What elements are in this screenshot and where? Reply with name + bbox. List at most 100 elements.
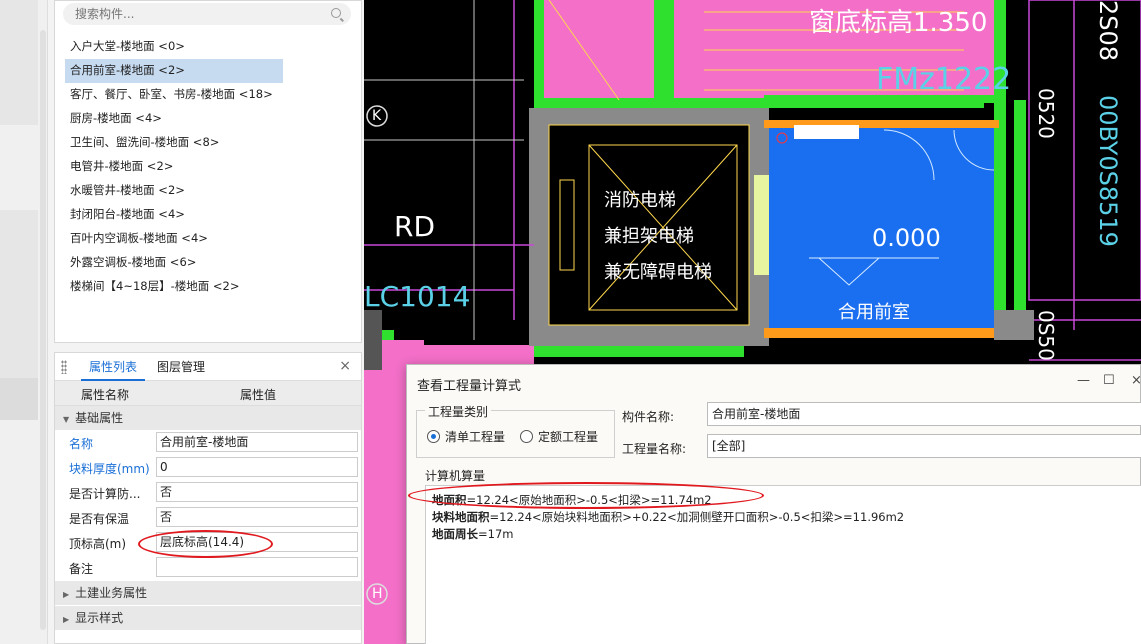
sidebar-block-selected[interactable] xyxy=(0,378,38,420)
property-row: 是否有保温 否 xyxy=(55,505,361,530)
component-name-field[interactable]: 合用前室-楼地面 xyxy=(707,402,1141,426)
cad-label: 0520 xyxy=(1034,88,1058,139)
property-name: 是否计算防... xyxy=(69,487,141,501)
tab-layers[interactable]: 图层管理 xyxy=(149,353,213,381)
formula-textarea[interactable]: 地面积=12.24<原始地面积>-0.5<扣梁>=11.74m2 块料地面积=1… xyxy=(425,485,1141,644)
grid-axis-label: K xyxy=(372,108,382,124)
formula-expression: =12.24<原始地面积>-0.5<扣梁>=11.74m2 xyxy=(466,493,712,507)
column-header-value: 属性值 xyxy=(240,388,277,402)
list-item-selected[interactable]: 合用前室-楼地面 <2> xyxy=(65,59,283,83)
group-legend: 工程量类别 xyxy=(425,403,492,420)
formula-expression: =17m xyxy=(478,527,514,541)
formula-expression: =12.24<原始块料地面积>+0.22<加洞侧壁开口面积>-0.5<扣梁>=1… xyxy=(489,510,905,524)
sidebar-scrollbar[interactable] xyxy=(40,30,46,630)
property-value[interactable]: 合用前室-楼地面 xyxy=(156,432,358,452)
list-item[interactable]: 百叶内空调板-楼地面 <4> xyxy=(65,227,283,251)
group-basic-properties[interactable]: ▼ 基础属性 xyxy=(55,406,361,430)
list-item[interactable]: 卫生间、盥洗间-楼地面 <8> xyxy=(65,131,283,155)
property-row: 名称 合用前室-楼地面 xyxy=(55,430,361,455)
formula-name: 地面周长 xyxy=(432,527,478,541)
radio-quota-quantity[interactable]: 定额工程量 xyxy=(520,428,598,445)
close-icon[interactable]: × xyxy=(1131,373,1141,388)
tab-properties[interactable]: 属性列表 xyxy=(81,353,146,381)
property-name: 顶标高(m) xyxy=(69,537,127,551)
radio-selected-icon xyxy=(427,430,440,443)
list-item[interactable]: 水暖管井-楼地面 <2> xyxy=(65,179,283,203)
component-list-panel: 入户大堂-楼地面 <0> 合用前室-楼地面 <2> 客厅、餐厅、卧室、书房-楼地… xyxy=(54,0,362,343)
cad-label: 兼无障碍电梯 xyxy=(604,262,712,283)
list-item[interactable]: 客厅、餐厅、卧室、书房-楼地面 <18> xyxy=(65,83,283,107)
minimize-icon[interactable]: — xyxy=(1077,373,1090,388)
group-label: 土建业务属性 xyxy=(75,586,148,600)
search-input[interactable] xyxy=(63,3,313,25)
app-window: 入户大堂-楼地面 <0> 合用前室-楼地面 <2> 客厅、餐厅、卧室、书房-楼地… xyxy=(0,0,1141,644)
property-name: 是否有保温 xyxy=(69,512,130,526)
list-item[interactable]: 入户大堂-楼地面 <0> xyxy=(65,35,283,59)
property-name: 块料厚度(mm) xyxy=(69,462,150,476)
collapse-icon: ▼ xyxy=(63,415,70,424)
group-civil-properties[interactable]: ▶ 土建业务属性 xyxy=(55,581,361,605)
radio-list-quantity[interactable]: 清单工程量 xyxy=(427,428,505,445)
list-item[interactable]: 电管井-楼地面 <2> xyxy=(65,155,283,179)
cad-label: 窗底标高1.350 xyxy=(809,8,988,38)
list-item[interactable]: 厨房-楼地面 <4> xyxy=(65,107,283,131)
property-tabs: 属性列表 图层管理 × xyxy=(55,353,361,381)
cad-label: 00BY0S8519 xyxy=(1094,95,1122,247)
property-table-header: 属性名称 属性值 xyxy=(55,381,361,406)
list-item[interactable]: 楼梯间【4~18层】-楼地面 <2> xyxy=(65,275,283,299)
dialog-title: 查看工程量计算式 xyxy=(417,379,522,394)
formula-line: 块料地面积=12.24<原始块料地面积>+0.22<加洞侧壁开口面积>-0.5<… xyxy=(432,509,904,525)
cad-label: RD xyxy=(394,210,436,243)
left-sidebar xyxy=(0,0,48,644)
formula-name: 块料地面积 xyxy=(432,510,490,524)
cad-label: 0S50 xyxy=(1034,310,1058,361)
quantity-type-group: 工程量类别 清单工程量 定额工程量 xyxy=(416,403,615,458)
cad-label: 合用前室 xyxy=(838,302,910,323)
radio-label: 清单工程量 xyxy=(445,430,506,444)
cad-label: 消防电梯 xyxy=(604,190,676,211)
component-list: 入户大堂-楼地面 <0> 合用前室-楼地面 <2> 客厅、餐厅、卧室、书房-楼地… xyxy=(65,35,283,299)
expand-icon: ▶ xyxy=(63,615,70,624)
cad-label: FMz1222 xyxy=(876,62,1012,97)
drag-handle-icon[interactable] xyxy=(61,360,67,374)
group-label: 显示样式 xyxy=(75,611,124,625)
property-row: 顶标高(m) 层底标高(14.4) xyxy=(55,530,361,555)
property-value[interactable]: 否 xyxy=(156,507,358,527)
cad-label: 0.000 xyxy=(872,224,941,252)
property-value[interactable] xyxy=(156,557,358,577)
property-row: 块料厚度(mm) 0 xyxy=(55,455,361,480)
property-value[interactable]: 0 xyxy=(156,457,358,477)
search-box xyxy=(63,3,351,25)
property-row: 是否计算防... 否 xyxy=(55,480,361,505)
close-icon[interactable]: × xyxy=(339,358,351,374)
grid-axis-label: H xyxy=(372,586,383,602)
formula-name: 地面积 xyxy=(432,493,467,507)
list-item[interactable]: 封闭阳台-楼地面 <4> xyxy=(65,203,283,227)
cad-label: 2S08 xyxy=(1094,0,1122,62)
property-name: 备注 xyxy=(69,562,94,576)
formula-line: 地面积=12.24<原始地面积>-0.5<扣梁>=11.74m2 xyxy=(432,492,712,508)
quantity-name-select[interactable]: [全部] xyxy=(707,434,1141,458)
property-row: 备注 xyxy=(55,555,361,580)
property-value[interactable]: 层底标高(14.4) xyxy=(156,532,358,552)
property-value[interactable]: 否 xyxy=(156,482,358,502)
formula-line: 地面周长=17m xyxy=(432,526,513,542)
column-header-name: 属性名称 xyxy=(81,388,130,402)
cad-label: LC1014 xyxy=(364,280,471,313)
group-display-style[interactable]: ▶ 显示样式 xyxy=(55,606,361,630)
radio-icon xyxy=(520,430,533,443)
radio-label: 定额工程量 xyxy=(538,430,599,444)
list-item[interactable]: 外露空调板-楼地面 <6> xyxy=(65,251,283,275)
search-icon[interactable] xyxy=(331,8,341,18)
property-name: 名称 xyxy=(69,437,94,451)
component-name-label: 构件名称: xyxy=(622,410,675,424)
computer-calc-legend: 计算机算量 xyxy=(425,469,486,483)
group-label: 基础属性 xyxy=(75,411,124,425)
quantity-name-label: 工程量名称: xyxy=(622,442,687,456)
quantity-formula-dialog: 查看工程量计算式 — ☐ × 工程量类别 清单工程量 定额工程量 构件名称: 合… xyxy=(406,364,1141,644)
maximize-icon[interactable]: ☐ xyxy=(1103,373,1115,388)
sidebar-block xyxy=(0,0,38,125)
property-panel: 属性列表 图层管理 × 属性名称 属性值 ▼ 基础属性 名称 合用前室-楼地面 块料… xyxy=(54,352,362,644)
cad-label: 兼担架电梯 xyxy=(604,226,694,247)
expand-icon: ▶ xyxy=(63,590,70,599)
